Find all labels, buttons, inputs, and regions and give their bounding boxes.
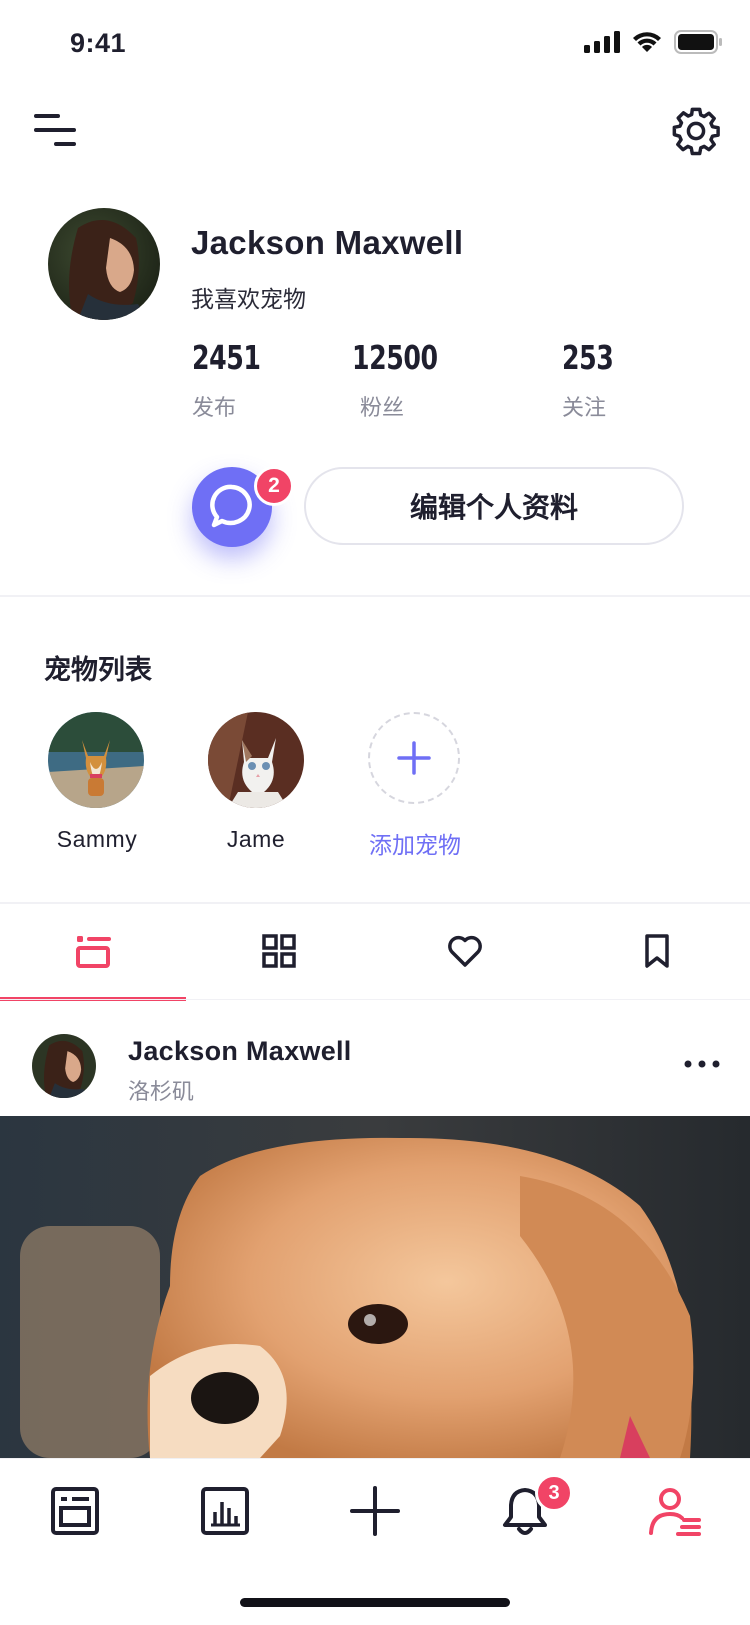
- cat-photo: [208, 712, 304, 808]
- list-icon: [76, 936, 111, 968]
- plus-icon: [350, 1486, 400, 1536]
- pet-name-jame: Jame: [226, 826, 286, 852]
- home-indicator: [240, 1598, 510, 1607]
- signal-icon: [584, 31, 620, 53]
- post-author-name[interactable]: Jackson Maxwell: [128, 1036, 352, 1067]
- settings-button[interactable]: [670, 105, 722, 157]
- tab-list[interactable]: [0, 905, 186, 997]
- profile-name: Jackson Maxwell: [191, 224, 464, 261]
- add-pet-label[interactable]: 添加宠物: [340, 826, 490, 860]
- menu-button[interactable]: [34, 110, 78, 150]
- nav-profile[interactable]: [640, 1476, 710, 1546]
- status-icons: [584, 30, 722, 54]
- wifi-icon: [633, 32, 661, 52]
- post-image[interactable]: [0, 1116, 750, 1458]
- post-author-avatar[interactable]: [32, 1034, 96, 1098]
- pet-avatar-jame[interactable]: [208, 712, 304, 808]
- notification-badge: 3: [535, 1474, 573, 1512]
- menu-icon: [34, 114, 76, 146]
- stat-following-value: 253: [562, 338, 614, 377]
- divider: [0, 595, 750, 597]
- pet-avatar-sammy[interactable]: [48, 712, 144, 808]
- gear-icon: [672, 107, 720, 156]
- feed-icon: [51, 1487, 99, 1535]
- stat-following-label: 关注: [562, 395, 607, 420]
- stat-followers-value: 12500: [352, 338, 438, 377]
- tab-likes[interactable]: [372, 905, 558, 997]
- nav-stats[interactable]: [190, 1476, 260, 1546]
- stat-posts-value: 2451: [192, 338, 261, 377]
- pet-name-sammy: Sammy: [56, 826, 138, 852]
- stat-posts-label: 发布: [192, 395, 237, 420]
- post-more-button[interactable]: [682, 1054, 722, 1074]
- edit-profile-button[interactable]: 编辑个人资料: [304, 467, 684, 545]
- avatar-photo: [48, 208, 160, 320]
- stat-followers-label: 粉丝: [360, 395, 405, 420]
- bookmark-icon: [645, 934, 669, 968]
- grid-icon: [262, 934, 296, 968]
- pets-section-title: 宠物列表: [44, 655, 152, 685]
- plus-icon: [397, 741, 431, 775]
- add-pet-button[interactable]: [368, 712, 460, 804]
- message-badge: 2: [254, 466, 294, 506]
- puppy-photo: [0, 1116, 750, 1458]
- tab-grid[interactable]: [186, 905, 372, 997]
- divider: [0, 999, 750, 1000]
- post-location: 洛杉矶: [128, 1079, 195, 1104]
- battery-icon: [674, 30, 722, 54]
- divider: [0, 902, 750, 904]
- stats-icon: [201, 1487, 249, 1535]
- profile-avatar[interactable]: [48, 208, 160, 320]
- avatar-photo: [32, 1034, 96, 1098]
- more-dots-icon: [684, 1060, 720, 1068]
- nav-create[interactable]: [340, 1476, 410, 1546]
- tab-saved[interactable]: [564, 905, 750, 997]
- profile-icon: [649, 1488, 701, 1536]
- status-time: 9:41: [70, 28, 127, 58]
- nav-feed[interactable]: [40, 1476, 110, 1546]
- dog-photo: [48, 712, 144, 808]
- profile-bio: 我喜欢宠物: [191, 286, 306, 312]
- heart-icon: [448, 935, 482, 967]
